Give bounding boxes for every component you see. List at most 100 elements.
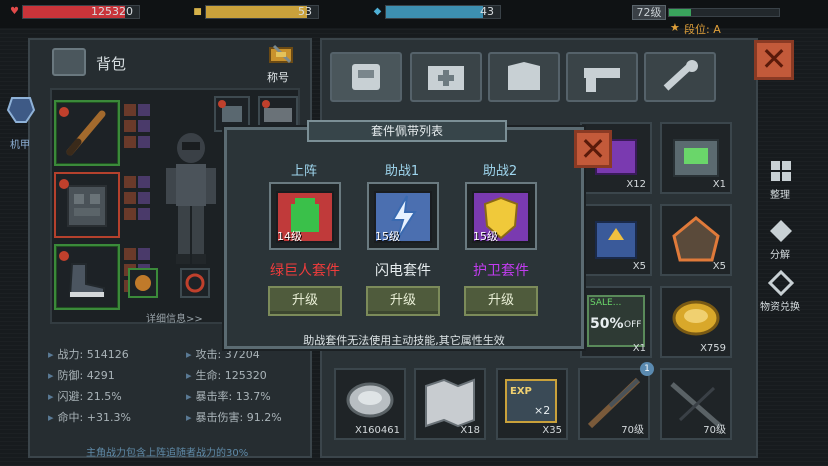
item-quantity: X35 [542,425,562,436]
modal-note: 助战套件无法使用主动技能,其它属性生效 [303,334,505,347]
tab-parts[interactable] [644,52,716,102]
item-quantity: X1 [712,179,726,190]
inventory-cell[interactable]: X1 [660,122,732,194]
close-icon: ✕ [579,130,607,168]
stat-value: +31.3% [86,411,131,424]
inventory-cell[interactable]: EXP ×2 X35 [496,368,568,440]
side-action-label: 整理 [770,190,790,201]
modal-close-button[interactable]: ✕ [574,130,612,168]
stat-bullet-icon: ▸ [186,390,192,403]
sale-text: SALE... [590,298,622,308]
stat-right-3: ▸ 暴击伤害: 91.2% [186,409,282,425]
item-quantity: 70级 [621,425,644,436]
upgrade-button[interactable]: 升级 [366,286,440,316]
energy-bar: ◆ 43 [374,5,501,19]
sale-percent: 50% [590,316,624,332]
gold-value: 53 [298,5,312,18]
rank-star-icon: ★ [670,21,680,34]
side-action-button[interactable]: 物资兑换 [760,270,804,314]
title-badge-icon[interactable] [264,42,298,70]
tab-weapon[interactable] [566,52,638,102]
stat-left-2: ▸ 闪避: 21.5% [48,388,122,404]
upgrade-button[interactable]: 升级 [268,286,342,316]
suit-card[interactable]: 15级 [465,182,537,250]
pet-slot-1[interactable] [128,268,158,298]
weapon-slot[interactable] [54,100,120,166]
stat-value: 37204 [224,348,260,361]
stat-value: 4291 [86,369,115,382]
stat-label: 命中: [57,411,84,424]
inventory-cell[interactable]: 1 70级 [578,362,654,440]
item-quantity: X5 [632,261,646,272]
game-screen: { "topbar": { "hp_value": "125320", "gol… [0,0,828,466]
item-quantity: X759 [700,343,726,354]
gold-bar: ■ 53 [193,5,319,19]
side-action-button[interactable]: 分解 [760,218,804,262]
tab-armor[interactable] [488,52,560,102]
stat-value: 91.2% [246,411,282,424]
vest-armor-icon [59,179,107,227]
backpack-icon [52,48,86,76]
side-action-label: 分解 [770,250,790,261]
tab-backpack[interactable] [330,52,402,102]
stat-label: 攻击: [195,348,222,361]
stat-bullet-icon: ▸ [48,369,54,382]
suit-slot-label: 助战2 [482,164,518,179]
gold-fill [206,6,307,18]
inventory-cell[interactable]: X5 [580,204,652,276]
side-action-button[interactable]: 整理 [760,158,804,202]
close-icon: ✕ [760,40,788,78]
power-footnote: 主角战力包含上阵追随者战力的30% [86,448,249,459]
panel-title: 背包 [96,55,127,73]
stat-left-1: ▸ 防御: 4291 [48,367,115,383]
modal-title: 套件佩带列表 [307,120,507,142]
hp-bar: ♥ 125320 [10,5,140,19]
item-quantity: X160461 [354,425,400,436]
item-quantity: X1 [632,343,646,354]
energy-value: 43 [480,5,494,18]
item-quantity: 70级 [703,425,726,436]
inventory-cell[interactable]: 70级 [660,368,732,440]
upgrade-button[interactable]: 升级 [464,286,538,316]
stat-value: 13.7% [235,390,271,403]
side-action-label: 物资兑换 [760,302,800,313]
close-button[interactable]: ✕ [754,40,794,80]
inventory-cell[interactable]: X5 [660,204,732,276]
stat-label: 战力: [57,348,84,361]
inventory-cell[interactable]: X18 [414,368,486,440]
stat-label: 暴击率: [195,390,233,403]
stat-bullet-icon: ▸ [186,369,192,382]
stat-bullet-icon: ▸ [186,348,192,361]
soldier-character [156,130,226,280]
boots-slot[interactable] [54,244,120,310]
energy-drop-icon: ◆ [373,6,382,17]
item-quantity: X18 [460,425,480,436]
backpack-tab-icon [352,64,380,90]
heart-icon: ♥ [10,6,19,17]
inventory-cell[interactable]: X160461 [334,368,406,440]
suit-level: 15级 [473,230,498,243]
suit-card[interactable]: 15级 [367,182,439,250]
stat-label: 防御: [57,369,84,382]
notification-badge: 1 [640,362,654,376]
inventory-cell[interactable]: X759 [660,286,732,358]
item-quantity: X5 [712,261,726,272]
stat-bullet-icon: ▸ [48,411,54,424]
stat-value: 125320 [224,369,267,382]
mech-button[interactable] [6,92,36,132]
suit-slot-label: 助战1 [384,164,420,179]
details-link[interactable]: 详细信息>> [146,310,203,325]
armor-mods-icon [122,174,152,236]
grid-icon [771,161,791,181]
tab-medkit[interactable] [410,52,482,102]
inventory-cell[interactable]: SALE... 50% OFF X1 [580,286,652,358]
suit-name: 闪电套件 [375,263,431,279]
suit-name: 绿巨人套件 [270,263,340,279]
stat-left-0: ▸ 战力: 514126 [48,346,129,362]
suit-card[interactable]: 14级 [269,182,341,250]
mech-icon [6,97,36,123]
exchange-icon [768,270,794,296]
pet-slot-2[interactable] [180,268,210,298]
armor-slot[interactable] [54,172,120,238]
stat-bullet-icon: ▸ [48,348,54,361]
